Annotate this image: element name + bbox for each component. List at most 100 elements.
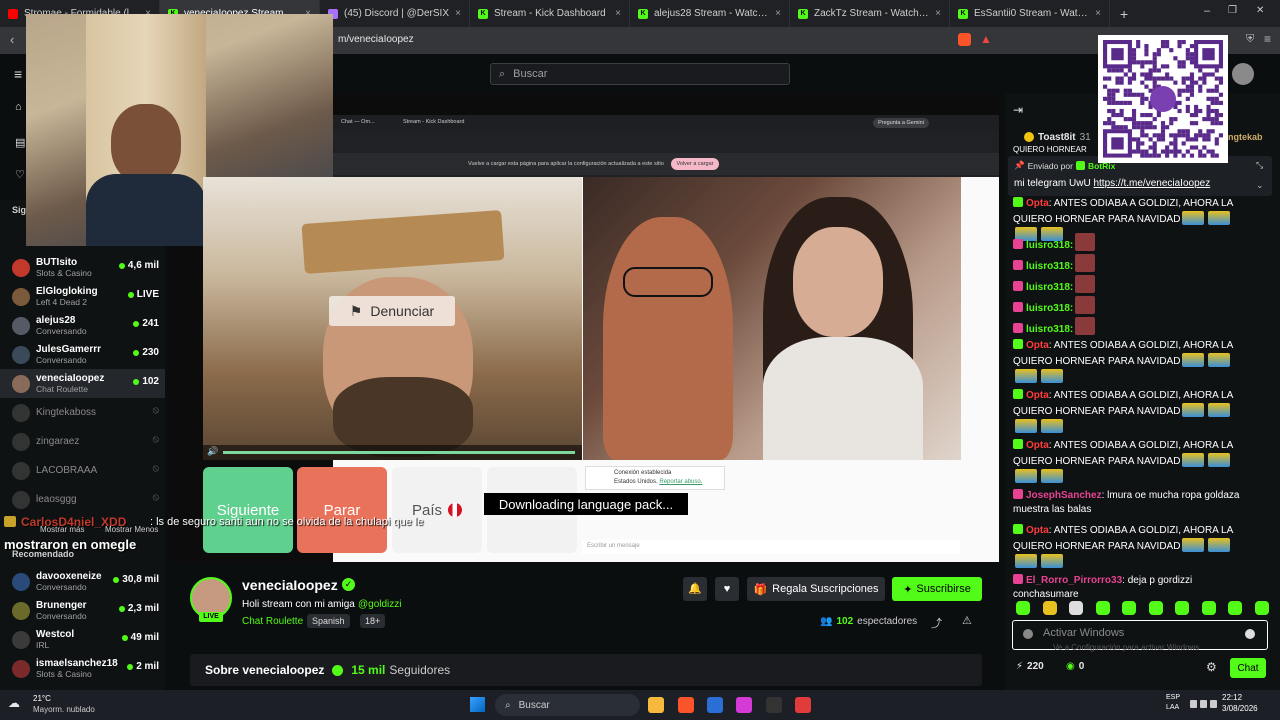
- chat-username[interactable]: El_Rorro_Pirrorro33: [1026, 575, 1122, 586]
- weather-desc[interactable]: Mayorm. nublado: [33, 705, 95, 714]
- opera-icon[interactable]: [795, 697, 811, 713]
- heart-nav-icon[interactable]: ♡: [15, 168, 25, 181]
- chat-message[interactable]: JosephSanchez: lmura oe mucha ropa golda…: [1013, 489, 1253, 517]
- chat-message[interactable]: Opta: ANTES ODIABA A GOLDIZI, AHORA LA Q…: [1013, 524, 1253, 570]
- avatar[interactable]: [1232, 63, 1254, 85]
- keyboard-language-2[interactable]: LAA: [1166, 704, 1179, 711]
- chat-message[interactable]: luisro318:: [1013, 254, 1253, 274]
- gift-subs-button[interactable]: 🎁 Regala Suscripciones: [747, 577, 885, 601]
- sidebar-channel[interactable]: ElGlogloking Left 4 Dead 2 LIVE: [0, 282, 165, 311]
- home-icon[interactable]: ⌂: [15, 101, 22, 113]
- browser-tab[interactable]: K ZackTz Stream - Watch Live on Kick ×: [790, 0, 950, 27]
- sidebar-channel[interactable]: zingaraez ⦸: [0, 427, 165, 456]
- browser-tab[interactable]: (45) Discord | @DerSIX ×: [320, 0, 470, 27]
- close-tab-icon[interactable]: ×: [615, 8, 621, 19]
- close-tab-icon[interactable]: ×: [1095, 8, 1101, 19]
- chat-input[interactable]: Activar Windows Ve a Configuración para …: [1012, 620, 1268, 652]
- emoji-icon[interactable]: [1245, 629, 1255, 639]
- notification-bell-button[interactable]: 🔔: [683, 577, 707, 601]
- subscribe-button[interactable]: ✦ Suscribirse: [892, 577, 982, 601]
- quick-emote-icon[interactable]: [1175, 601, 1189, 615]
- browser-tab[interactable]: K Stream - Kick Dashboard ×: [470, 0, 630, 27]
- quick-emote-icon[interactable]: [1148, 601, 1163, 615]
- browser-tab[interactable]: K EsSantii0 Stream - Watch Live on Ki ×: [950, 0, 1110, 27]
- chat-username[interactable]: Opta: [1026, 198, 1049, 209]
- quick-emote-icon[interactable]: [1122, 601, 1136, 615]
- chat-message[interactable]: Opta: ANTES ODIABA A GOLDIZI, AHORA LA Q…: [1013, 339, 1253, 385]
- sidebar-channel[interactable]: alejus28 Conversando 241: [0, 311, 165, 340]
- vpn-icon[interactable]: ⛨: [1246, 33, 1254, 46]
- chat-message[interactable]: luisro318:: [1013, 275, 1253, 295]
- quick-emote-icon[interactable]: [1201, 601, 1216, 615]
- quick-emote-icon[interactable]: [1042, 601, 1057, 615]
- show-less-link[interactable]: Mostrar Menos: [105, 525, 158, 534]
- sidebar-channel[interactable]: leaosggg ⦸: [0, 485, 165, 514]
- hamburger-icon[interactable]: ≡: [14, 66, 22, 82]
- sidebar-channel[interactable]: veneciaIoopez Chat Roulette 102: [0, 369, 165, 398]
- stream-title-mention[interactable]: @goldizzi: [358, 599, 402, 610]
- browser-tab[interactable]: Kalejus28 Stream - Watch Live on Kic ×: [630, 0, 790, 27]
- chat-username[interactable]: luisro318:: [1026, 324, 1073, 335]
- windows-start-icon[interactable]: [470, 697, 485, 712]
- keyboard-language[interactable]: ESP: [1166, 694, 1180, 701]
- sidebar-channel[interactable]: JulesGamerrr Conversando 230: [0, 340, 165, 369]
- chat-username[interactable]: Opta: [1026, 340, 1049, 351]
- close-window-icon[interactable]: ✕: [1256, 5, 1264, 16]
- kicks-balance[interactable]: ◉ 0: [1066, 661, 1084, 672]
- brave-shield-icon[interactable]: [958, 33, 971, 46]
- close-tab-icon[interactable]: ×: [935, 8, 941, 19]
- chat-message[interactable]: El_Rorro_Pirrorro33: deja p gordizzi con…: [1013, 574, 1253, 602]
- volume-tray-icon[interactable]: [1200, 700, 1207, 708]
- tag-spanish[interactable]: Spanish: [307, 614, 350, 628]
- chat-username[interactable]: luisro318:: [1026, 303, 1073, 314]
- back-icon[interactable]: ‹: [10, 32, 14, 47]
- share-icon[interactable]: ⤴: [931, 615, 942, 631]
- recommended-channel[interactable]: davooxeneize Conversando 30,8 mil: [0, 567, 165, 596]
- browse-icon[interactable]: ▤: [15, 136, 25, 149]
- follow-heart-button[interactable]: ♥: [715, 577, 739, 601]
- close-tab-icon[interactable]: ×: [775, 8, 781, 19]
- chat-username[interactable]: Opta: [1026, 440, 1049, 451]
- wifi-icon[interactable]: [1190, 700, 1197, 708]
- photos-icon[interactable]: [736, 697, 752, 713]
- minimize-icon[interactable]: –: [1204, 5, 1210, 17]
- new-tab-button[interactable]: +: [1120, 6, 1128, 22]
- chat-username[interactable]: luisro318:: [1026, 240, 1073, 251]
- file-explorer-icon[interactable]: [648, 697, 664, 713]
- maximize-icon[interactable]: ❐: [1228, 5, 1237, 16]
- chat-message[interactable]: luisro318:: [1013, 233, 1253, 253]
- battery-icon[interactable]: [1210, 700, 1217, 708]
- recommended-channel[interactable]: Brunenger Conversando 2,3 mil: [0, 596, 165, 625]
- chat-username[interactable]: JosephSanchez: [1026, 490, 1102, 501]
- chat-message[interactable]: Opta: ANTES ODIABA A GOLDIZI, AHORA LA Q…: [1013, 439, 1253, 485]
- recommended-channel[interactable]: Westcol IRL 49 mil: [0, 625, 165, 654]
- emote-picker-icon[interactable]: [1023, 629, 1033, 639]
- quick-emote-icon[interactable]: [1254, 601, 1269, 615]
- unpin-icon[interactable]: ⤡: [1256, 160, 1263, 171]
- channel-points[interactable]: ⚡ 220: [1016, 661, 1044, 672]
- sidebar-channel[interactable]: Kingtekaboss ⦸: [0, 398, 165, 427]
- obs-icon[interactable]: [766, 697, 782, 713]
- expand-pin-icon[interactable]: ⌄: [1256, 180, 1264, 191]
- clock-date[interactable]: 3/08/2026: [1222, 704, 1258, 713]
- brave-icon[interactable]: [678, 697, 694, 713]
- quick-emote-icon[interactable]: [1069, 601, 1083, 615]
- chat-message[interactable]: Opta: ANTES ODIABA A GOLDIZI, AHORA LA Q…: [1013, 389, 1253, 435]
- chat-username[interactable]: Opta: [1026, 525, 1049, 536]
- report-flag-icon[interactable]: ⚠: [962, 614, 972, 627]
- send-chat-button[interactable]: Chat: [1230, 658, 1266, 678]
- quick-emote-icon[interactable]: [1016, 601, 1030, 615]
- quick-emote-icon[interactable]: [1095, 601, 1110, 615]
- chat-username[interactable]: Opta: [1026, 390, 1049, 401]
- show-more-link[interactable]: Mostrar más: [40, 525, 84, 534]
- stream-category[interactable]: Chat Roulette: [242, 616, 303, 627]
- warning-icon[interactable]: ▲: [980, 32, 992, 46]
- tag-18plus[interactable]: 18+: [360, 614, 386, 628]
- menu-icon[interactable]: ≡: [1264, 32, 1271, 46]
- close-tab-icon[interactable]: ×: [455, 8, 461, 19]
- weather-temp[interactable]: 21°C: [33, 694, 51, 703]
- url-text[interactable]: m/veneciaIoopez: [338, 34, 414, 45]
- recommended-channel[interactable]: ismaelsanchez18 Slots & Casino 2 mil: [0, 654, 165, 683]
- channel-name[interactable]: veneciaIoopez: [242, 577, 338, 593]
- taskbar-search[interactable]: ⌕ Buscar: [495, 694, 640, 716]
